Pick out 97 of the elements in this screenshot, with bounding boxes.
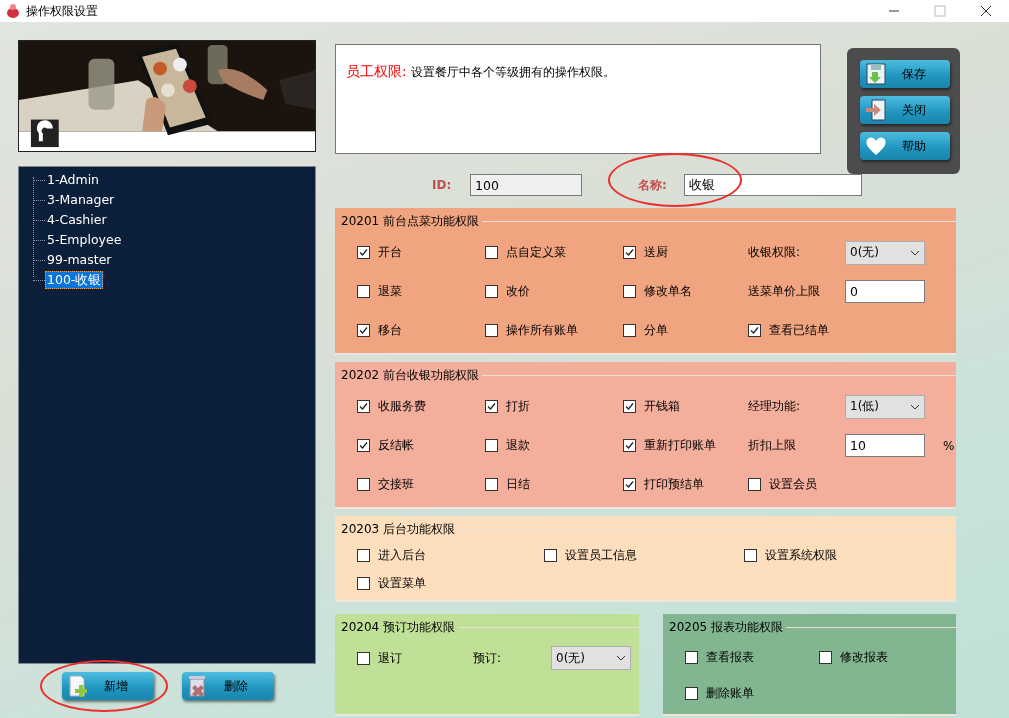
tree-item[interactable]: 5-Employee xyxy=(45,231,124,249)
checkbox-label: 修改报表 xyxy=(840,648,888,666)
checkbox-label: 设置员工信息 xyxy=(565,546,637,564)
checkbox-label: 设置系统权限 xyxy=(765,546,837,564)
checkbox[interactable] xyxy=(357,285,370,298)
field-label: ID: xyxy=(432,178,453,192)
app-icon xyxy=(6,3,20,19)
checkbox[interactable] xyxy=(623,400,636,413)
checkbox-label: 查看已结单 xyxy=(769,322,829,339)
checkbox[interactable] xyxy=(685,686,698,700)
checkbox[interactable] xyxy=(748,478,761,491)
checkbox-label: 反结帐 xyxy=(378,437,414,454)
checkbox-label: 设置会员 xyxy=(769,476,817,493)
checkbox-label: 日结 xyxy=(506,476,530,493)
checkbox-label: 删除账单 xyxy=(706,684,754,702)
checkbox[interactable] xyxy=(485,439,498,452)
tree-item[interactable]: 99-master xyxy=(45,251,114,269)
exit-icon xyxy=(863,98,888,122)
dropdown[interactable]: 0(无) xyxy=(551,646,631,670)
description-title: 员工权限: xyxy=(346,63,407,81)
field-label: 收银权限: xyxy=(748,244,802,261)
add-button[interactable]: 新增 xyxy=(62,672,154,700)
close-button[interactable]: 关闭 xyxy=(859,96,950,124)
help-button[interactable]: 帮助 xyxy=(859,132,950,160)
checkbox-label: 打印预结单 xyxy=(644,476,704,493)
checkbox[interactable] xyxy=(357,548,370,562)
input-field[interactable]: 0 xyxy=(845,280,925,303)
field-label: 折扣上限 xyxy=(748,437,797,454)
checkbox[interactable] xyxy=(485,324,498,337)
dropdown[interactable]: 1(低) xyxy=(845,394,925,419)
checkbox-label: 收服务费 xyxy=(378,398,426,415)
checkbox-label: 退订 xyxy=(378,649,402,667)
group-title: 20203 后台功能权限 xyxy=(341,520,456,538)
chevron-down-icon xyxy=(910,249,920,256)
checkbox[interactable] xyxy=(357,576,370,590)
unit-label: % xyxy=(943,438,955,453)
dropdown[interactable]: 0(无) xyxy=(845,240,925,265)
chevron-down-icon xyxy=(616,655,626,661)
checkbox[interactable] xyxy=(357,400,370,413)
group-title: 20201 前台点菜功能权限 xyxy=(341,212,480,230)
name-field[interactable]: 收银 xyxy=(684,174,862,196)
tree-item[interactable]: 100-收银 xyxy=(45,271,104,289)
checkbox[interactable] xyxy=(623,285,636,298)
checkbox[interactable] xyxy=(623,324,636,337)
checkbox[interactable] xyxy=(744,548,757,562)
add-document-icon xyxy=(66,674,90,698)
checkbox-label: 进入后台 xyxy=(378,546,426,564)
checkbox[interactable] xyxy=(748,324,761,337)
checkbox-label: 交接班 xyxy=(378,476,414,493)
checkbox-label: 设置菜单 xyxy=(378,574,426,592)
field-label: 送菜单价上限 xyxy=(748,283,821,300)
checkbox[interactable] xyxy=(485,400,498,413)
field-label: 预订: xyxy=(473,649,503,667)
delete-button[interactable]: 删除 xyxy=(182,672,274,700)
checkbox[interactable] xyxy=(485,285,498,298)
checkbox[interactable] xyxy=(485,246,498,259)
checkbox[interactable] xyxy=(357,651,370,665)
checkbox-label: 修改单名 xyxy=(644,283,692,300)
window-title: 操作权限设置 xyxy=(26,2,98,20)
checkbox-label: 操作所有账单 xyxy=(506,322,578,339)
floppy-icon xyxy=(863,62,888,86)
checkbox-label: 开钱箱 xyxy=(644,398,680,415)
input-field[interactable]: 10 xyxy=(845,434,925,457)
checkbox[interactable] xyxy=(357,478,370,491)
id-field[interactable]: 100 xyxy=(470,174,582,196)
checkbox[interactable] xyxy=(819,650,832,664)
chevron-down-icon xyxy=(910,403,920,410)
checkbox[interactable] xyxy=(623,478,636,491)
checkbox[interactable] xyxy=(623,439,636,452)
checkbox-label: 开台 xyxy=(378,244,402,261)
description-text: 设置餐厅中各个等级拥有的操作权限。 xyxy=(410,64,615,81)
group-title: 20205 报表功能权限 xyxy=(669,618,784,636)
checkbox-label: 退款 xyxy=(506,437,530,454)
checkbox[interactable] xyxy=(623,246,636,259)
tree-item[interactable]: 3-Manager xyxy=(45,191,117,209)
checkbox[interactable] xyxy=(357,324,370,337)
checkbox-label: 送厨 xyxy=(644,244,668,261)
checkbox-label: 点自定义菜 xyxy=(506,244,566,261)
checkbox-label: 改价 xyxy=(506,283,530,300)
tree-item[interactable]: 4-Cashier xyxy=(45,211,109,229)
checkbox[interactable] xyxy=(357,246,370,259)
save-button[interactable]: 保存 xyxy=(859,60,950,88)
checkbox-label: 查看报表 xyxy=(706,648,754,666)
checkbox-label: 重新打印账单 xyxy=(644,437,716,454)
field-label: 经理功能: xyxy=(748,398,802,415)
tree-item[interactable]: 1-Admin xyxy=(45,171,102,189)
checkbox[interactable] xyxy=(485,478,498,491)
group-title: 20202 前台收银功能权限 xyxy=(341,366,480,384)
checkbox-label: 退菜 xyxy=(378,283,402,300)
checkbox-label: 打折 xyxy=(506,398,530,415)
group-title: 20204 预订功能权限 xyxy=(341,618,456,636)
checkbox-label: 分单 xyxy=(644,322,668,339)
field-label: 名称: xyxy=(638,176,668,194)
checkbox-label: 移台 xyxy=(378,322,402,339)
checkbox[interactable] xyxy=(357,439,370,452)
checkbox[interactable] xyxy=(685,650,698,664)
checkbox[interactable] xyxy=(544,548,557,562)
